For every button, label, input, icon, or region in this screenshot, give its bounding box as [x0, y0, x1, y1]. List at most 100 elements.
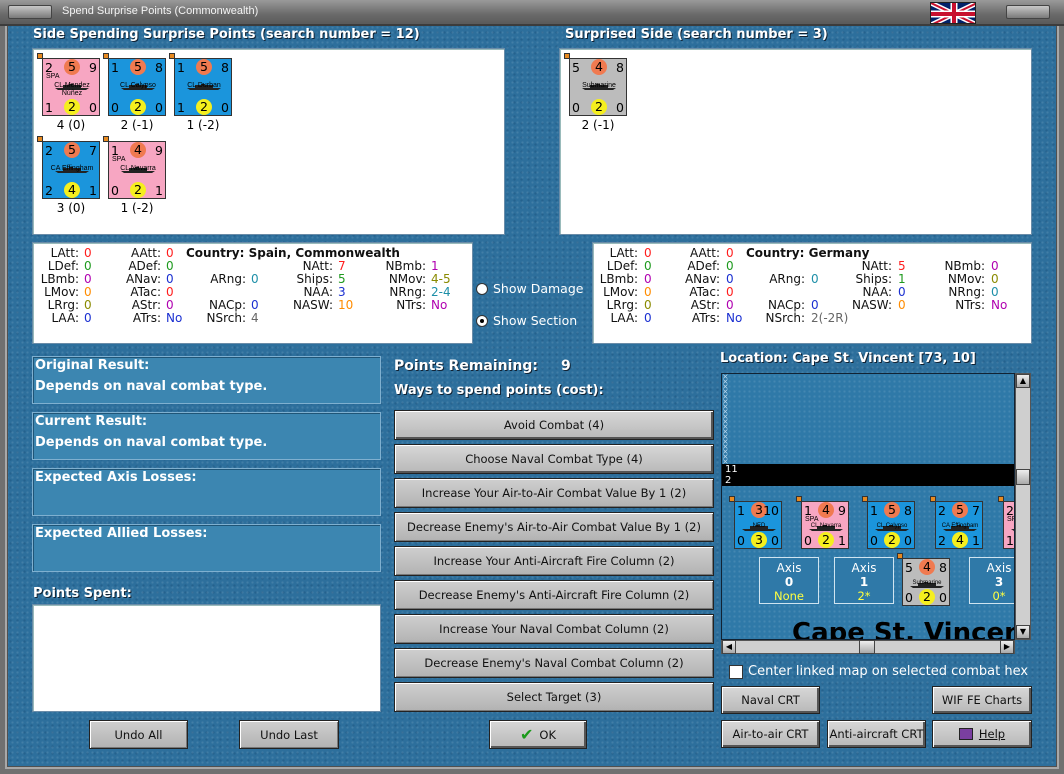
unit-factor-circle: 3 — [751, 532, 767, 548]
unit-marker-icon — [37, 53, 43, 59]
ok-button[interactable]: ✔ OK — [489, 720, 587, 749]
unit-counter[interactable]: 2SPA1 — [998, 496, 1014, 549]
unit-factor-circle: 2 — [130, 182, 146, 198]
spend-option-button[interactable]: Increase Your Naval Combat Column (2) — [394, 614, 714, 644]
ship-silhouette-icon — [187, 75, 221, 90]
stat-value: 0 — [991, 285, 999, 299]
stack-count-label: 2 — [722, 475, 1014, 486]
map-horizontal-scrollbar[interactable]: ◀ ▶ — [721, 640, 1015, 654]
unit-marker-icon — [998, 496, 1004, 502]
spend-option-button[interactable]: Avoid Combat (4) — [394, 410, 714, 440]
unit-name: CL Mendez Núñez — [54, 82, 90, 97]
stat-value: 0 — [84, 298, 92, 312]
help-book-icon — [958, 728, 973, 740]
unit-counter[interactable]: 5 4 8 Submarine 0 2 0 — [564, 53, 627, 116]
unit-factor-circle: 4 — [130, 142, 146, 158]
scroll-thumb-vertical[interactable] — [1016, 469, 1030, 485]
stat-value: 0 — [644, 298, 652, 312]
show-damage-radio[interactable] — [476, 283, 488, 295]
stat-value: 0 — [811, 272, 819, 286]
country-name: Germany — [808, 246, 870, 260]
points-spent-list[interactable] — [32, 604, 381, 712]
unit-counter[interactable]: 1 5 8 CL Durban 1 2 0 — [169, 53, 232, 116]
stat-key: NAA: — [303, 285, 333, 299]
stat-key: NBmb: — [944, 259, 985, 273]
stat-value: 1 — [431, 259, 439, 273]
scroll-down-icon[interactable]: ▼ — [1016, 625, 1030, 639]
unit-factor-circle: 4 — [64, 182, 80, 198]
help-button[interactable]: Help — [932, 720, 1032, 748]
stat-value: 0 — [644, 246, 652, 260]
stat-key: NAtt: — [861, 259, 892, 273]
stat-value: 0 — [644, 285, 652, 299]
unit-range-value: 0 — [89, 100, 97, 115]
undo-all-button[interactable]: Undo All — [89, 720, 188, 749]
spend-option-button[interactable]: Select Target (3) — [394, 682, 714, 712]
expected-axis-losses-label: Expected Axis Losses: — [35, 470, 197, 485]
ok-label: OK — [539, 727, 556, 742]
spend-option-button[interactable]: Increase Your Anti-Aircraft Fire Column … — [394, 546, 714, 576]
stat-value: 0 — [898, 298, 906, 312]
scroll-left-icon[interactable]: ◀ — [722, 640, 736, 654]
spend-option-button[interactable]: Decrease Enemy's Naval Combat Column (2) — [394, 648, 714, 678]
stat-key: ATrs: — [691, 311, 720, 325]
current-result-box: Current Result: Depends on naval combat … — [32, 412, 381, 460]
unit-aa-value: 0 — [737, 533, 745, 548]
spend-option-button[interactable]: Decrease Enemy's Air-to-Air Combat Value… — [394, 512, 714, 542]
points-remaining-value: 9 — [561, 358, 571, 374]
unit-range-value: 0 — [155, 100, 163, 115]
unit-name: NED — [752, 523, 766, 529]
stat-key: NMov: — [947, 272, 985, 286]
stat-value: 0 — [84, 246, 92, 260]
unit-name: CL Durban — [187, 82, 221, 89]
current-result-label: Current Result: — [35, 414, 148, 429]
resize-handle[interactable] — [1006, 5, 1050, 19]
unit-counter[interactable]: 1 4 9 SPA CL Navarra 0 2 1 — [103, 136, 166, 199]
unit-counter[interactable]: 1 5 8 CL Calypso 0 2 0 — [862, 496, 915, 549]
unit-aa-value: 2 — [45, 183, 53, 198]
map-vertical-scrollbar[interactable]: ▲ ▼ — [1015, 373, 1031, 640]
unit-movement-value: 9 — [155, 143, 163, 158]
unit-counter[interactable]: 2 5 7 CA Effingham 2 4 1 — [37, 136, 100, 199]
undo-last-button[interactable]: Undo Last — [239, 720, 339, 749]
wif-fe-charts-button[interactable]: WIF FE Charts — [932, 686, 1032, 714]
unit-movement-value: 8 — [155, 60, 163, 75]
stat-key: LDef: — [47, 259, 79, 273]
unit-counter[interactable]: 1 3 10 NED 0 3 0 — [729, 496, 782, 549]
anti-aircraft-crt-button[interactable]: Anti-aircraft CRT — [827, 720, 926, 748]
stat-key: LBmb: — [599, 272, 638, 286]
unit-marker-icon — [103, 53, 109, 59]
unit-factor-circle: 2 — [130, 99, 146, 115]
stat-key: NASW: — [292, 298, 333, 312]
close-handle[interactable] — [8, 5, 52, 19]
air-to-air-crt-button[interactable]: Air-to-air CRT — [721, 720, 820, 748]
axis-box-extra: 0* — [992, 589, 1006, 603]
unit-aa-value: 0 — [905, 590, 913, 605]
unit-counter[interactable]: 2 5 7 CA Effingham 2 4 1 — [930, 496, 983, 549]
stat-value: 0 — [166, 272, 174, 286]
spend-option-button[interactable]: Choose Naval Combat Type (4) — [394, 444, 714, 474]
unit-counter[interactable]: 5 4 8 Submarine 0 2 0 — [897, 553, 950, 606]
spend-option-button[interactable]: Increase Your Air-to-Air Combat Value By… — [394, 478, 714, 508]
unit-counter[interactable]: 2 5 9 SPA CL Mendez Núñez 1 2 0 — [37, 53, 100, 116]
stat-value: 1 — [898, 272, 906, 286]
stat-key: LAA: — [610, 311, 638, 325]
stat-value: 0 — [726, 298, 734, 312]
stat-key: ATac: — [130, 285, 161, 299]
stat-key: NACp: — [767, 298, 805, 312]
scroll-right-icon[interactable]: ▶ — [1000, 640, 1014, 654]
spend-option-button[interactable]: Decrease Enemy's Anti-Aircraft Fire Colu… — [394, 580, 714, 610]
unit-attack-value: 5 — [572, 60, 580, 75]
unit-range-value: 0 — [221, 100, 229, 115]
unit-counter[interactable]: 1 5 8 CL Calypso 0 2 0 — [103, 53, 166, 116]
show-section-radio[interactable] — [476, 315, 488, 327]
unit-counter[interactable]: 1 4 9 SPA CL Navarra 0 2 1 — [796, 496, 849, 549]
scroll-up-icon[interactable]: ▲ — [1016, 374, 1030, 388]
combat-hex-map[interactable]: Cape St. Vincent × × × × × × × × × × × × × × × × × × 1 3 10 N… — [721, 373, 1015, 640]
unit-aa-value: 0 — [870, 533, 878, 548]
naval-crt-button[interactable]: Naval CRT — [721, 686, 820, 714]
axis-box-side: Axis — [986, 561, 1012, 575]
scroll-thumb-horizontal[interactable] — [859, 640, 875, 654]
stat-key: NBmb: — [385, 259, 426, 273]
center-linked-map-checkbox[interactable] — [729, 665, 743, 679]
